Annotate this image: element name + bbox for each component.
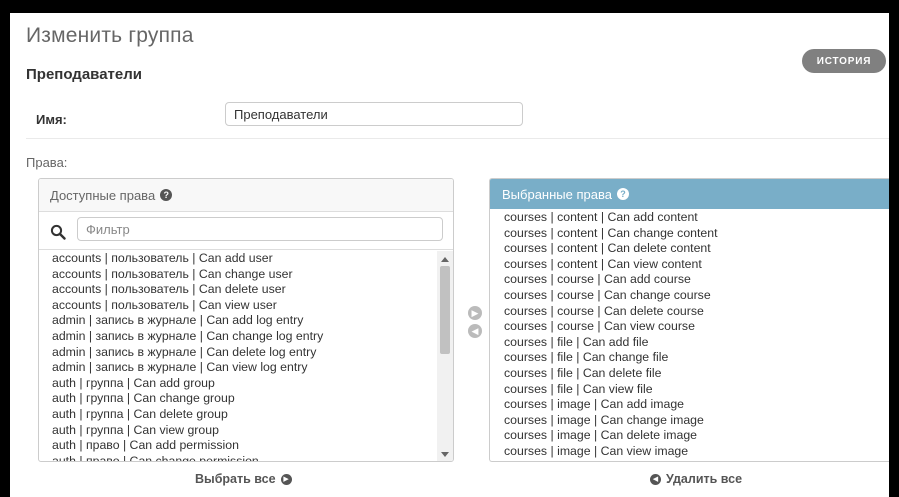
list-item[interactable]: courses | image | Can change image xyxy=(504,413,889,429)
arrow-left-circle-icon: ◀ xyxy=(650,473,661,485)
scroll-down-arrow-icon[interactable] xyxy=(441,452,449,457)
list-item[interactable]: courses | file | Can change file xyxy=(504,350,889,366)
choose-all-button[interactable]: Выбрать все ▶ xyxy=(195,472,292,486)
available-permissions-title: Доступные права xyxy=(50,187,156,203)
list-item[interactable]: accounts | пользователь | Can add user xyxy=(52,251,453,267)
scroll-up-arrow-icon[interactable] xyxy=(441,257,449,262)
list-item[interactable]: auth | группа | Can view group xyxy=(52,423,453,439)
search-icon xyxy=(50,224,66,240)
list-item[interactable]: admin | запись в журнале | Can change lo… xyxy=(52,329,453,345)
list-item[interactable]: courses | course | Can add course xyxy=(504,272,889,288)
list-item[interactable]: courses | file | Can add file xyxy=(504,335,889,351)
list-item[interactable]: courses | image | Can delete image xyxy=(504,428,889,444)
name-form-row: Имя: xyxy=(26,97,889,139)
list-item[interactable]: courses | content | Can delete content xyxy=(504,241,889,257)
arrow-right-circle-icon: ▶ xyxy=(280,473,292,485)
filter-input[interactable] xyxy=(77,217,443,241)
list-item[interactable]: courses | image | Can add image xyxy=(504,397,889,413)
chosen-permissions-list[interactable]: courses | content | Can add content cour… xyxy=(490,209,889,460)
available-permissions-panel: Доступные права ? accounts | пользовател… xyxy=(38,178,454,462)
list-item[interactable]: courses | content | Can change content xyxy=(504,226,889,242)
list-item[interactable]: admin | запись в журнале | Can delete lo… xyxy=(52,345,453,361)
change-group-page: Изменить группа Преподаватели ИСТОРИЯ Им… xyxy=(10,13,889,497)
page-title: Изменить группа xyxy=(26,24,194,47)
name-input[interactable] xyxy=(225,102,523,126)
add-selected-button[interactable]: ▶ xyxy=(468,306,482,320)
list-item[interactable]: auth | право | Can add permission xyxy=(52,438,453,454)
arrow-right-circle-icon: ▶ xyxy=(471,307,479,318)
available-permissions-header: Доступные права ? xyxy=(39,179,453,212)
remove-all-button[interactable]: ◀ Удалить все xyxy=(650,472,742,486)
chosen-permissions-panel: Выбранные права ? courses | content | Ca… xyxy=(489,178,889,462)
name-label: Имя: xyxy=(36,112,67,127)
chosen-permissions-header: Выбранные права ? xyxy=(490,179,889,209)
question-circle-icon[interactable]: ? xyxy=(616,188,629,200)
remove-all-label: Удалить все xyxy=(666,472,743,486)
history-button[interactable]: ИСТОРИЯ xyxy=(802,49,886,73)
list-item[interactable]: courses | content | Can add content xyxy=(504,210,889,226)
object-name: Преподаватели xyxy=(26,66,142,83)
chosen-permissions-title: Выбранные права xyxy=(502,186,612,202)
choose-all-label: Выбрать все xyxy=(195,472,276,486)
scrollbar-thumb[interactable] xyxy=(440,266,450,354)
list-item[interactable]: auth | группа | Can change group xyxy=(52,391,453,407)
list-item[interactable]: accounts | пользователь | Can view user xyxy=(52,298,453,314)
question-circle-icon[interactable]: ? xyxy=(160,189,173,201)
filter-row xyxy=(39,212,453,250)
list-item[interactable]: courses | file | Can delete file xyxy=(504,366,889,382)
list-item[interactable]: courses | course | Can change course xyxy=(504,288,889,304)
arrow-left-circle-icon: ◀ xyxy=(471,325,479,336)
list-item[interactable]: courses | file | Can view file xyxy=(504,382,889,398)
list-item[interactable]: admin | запись в журнале | Can view log … xyxy=(52,360,453,376)
list-item[interactable]: courses | image | Can view image xyxy=(504,444,889,460)
list-item[interactable]: accounts | пользователь | Can delete use… xyxy=(52,282,453,298)
list-item[interactable]: auth | группа | Can delete group xyxy=(52,407,453,423)
list-item[interactable]: auth | группа | Can add group xyxy=(52,376,453,392)
list-item[interactable]: accounts | пользователь | Can change use… xyxy=(52,267,453,283)
permissions-label: Права: xyxy=(26,155,68,170)
list-item[interactable]: admin | запись в журнале | Can add log e… xyxy=(52,313,453,329)
list-item[interactable]: auth | право | Can change permission xyxy=(52,454,453,461)
scrollbar[interactable] xyxy=(437,251,453,461)
list-item[interactable]: courses | course | Can delete course xyxy=(504,304,889,320)
list-item[interactable]: courses | content | Can view content xyxy=(504,257,889,273)
available-permissions-list[interactable]: accounts | пользователь | Can add user a… xyxy=(39,250,453,461)
list-item[interactable]: courses | course | Can view course xyxy=(504,319,889,335)
remove-selected-button[interactable]: ◀ xyxy=(468,324,482,338)
